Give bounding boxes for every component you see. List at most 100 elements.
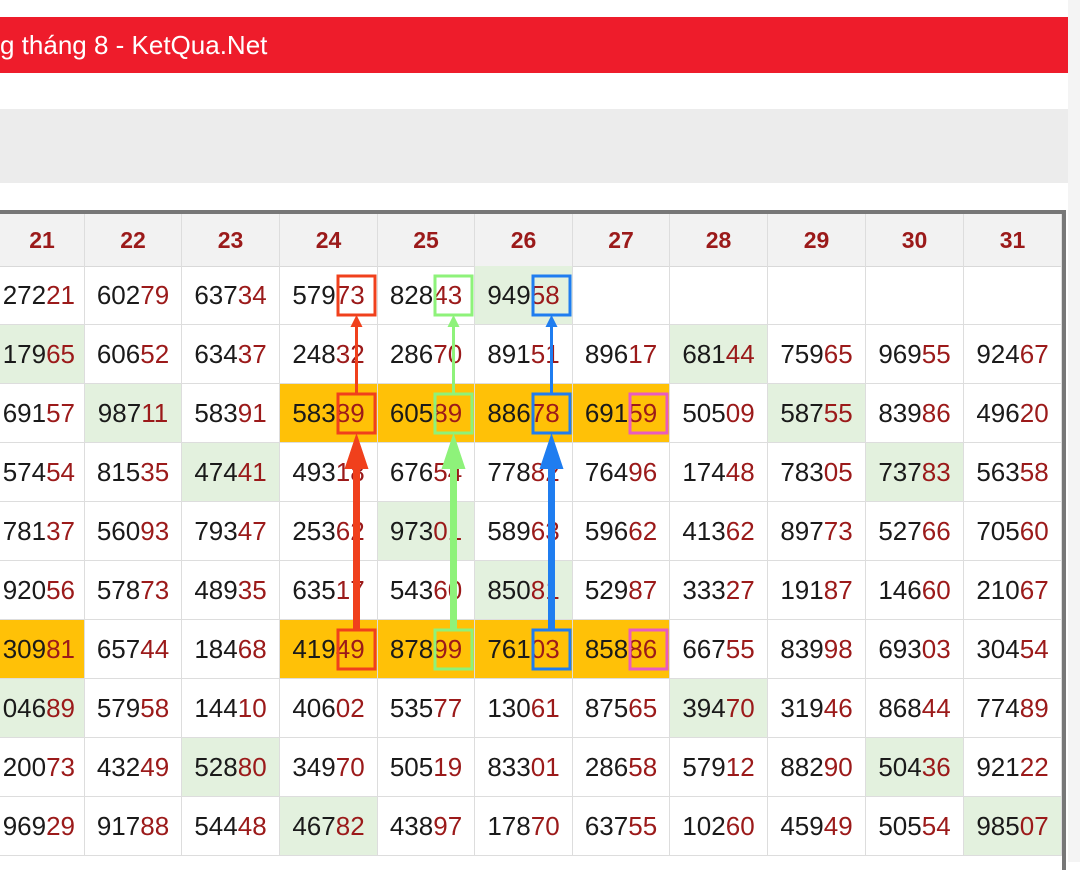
number-head: 833 [487, 752, 531, 782]
number-tail: 48 [237, 811, 267, 841]
number-tail: 10 [237, 693, 267, 723]
result-cell: 97301 [378, 502, 475, 561]
page-title-bar: g tháng 8 - KetQua.Net [0, 17, 1068, 73]
result-cell: 50554 [866, 797, 964, 856]
number-tail: 03 [530, 634, 560, 664]
number-tail: 02 [335, 693, 365, 723]
number-head: 102 [682, 811, 726, 841]
number-tail: 54 [921, 811, 951, 841]
number-head: 764 [584, 457, 629, 487]
number-head: 130 [487, 693, 531, 723]
result-cell: 57454 [0, 443, 85, 502]
number-head: 184 [194, 634, 238, 664]
result-cell: 13061 [475, 679, 573, 738]
result-cell: 59662 [573, 502, 670, 561]
number-head: 987 [97, 398, 142, 428]
result-cell: 83301 [475, 738, 573, 797]
number-head: 528 [194, 752, 238, 782]
number-tail: 63 [530, 516, 560, 546]
number-tail: 73 [335, 280, 365, 310]
number-tail: 83 [921, 457, 951, 487]
column-header-31: 31 [964, 214, 1062, 266]
number-tail: 89 [335, 398, 365, 428]
number-tail: 60 [725, 811, 755, 841]
number-head: 394 [682, 693, 726, 723]
number-tail: 49 [823, 811, 853, 841]
result-cell: 85886 [573, 620, 670, 679]
number-head: 046 [2, 693, 47, 723]
number-tail: 62 [725, 516, 755, 546]
number-tail: 73 [823, 516, 853, 546]
number-head: 781 [2, 516, 47, 546]
number-tail: 35 [237, 575, 267, 605]
result-cell: 63734 [182, 266, 280, 325]
number-head: 178 [487, 811, 531, 841]
number-head: 579 [96, 693, 141, 723]
number-tail: 17 [628, 339, 658, 369]
number-tail: 27 [725, 575, 755, 605]
result-cell: 65744 [85, 620, 182, 679]
number-tail: 62 [335, 516, 365, 546]
number-head: 858 [584, 634, 629, 664]
number-tail: 58 [530, 280, 560, 310]
number-head: 579 [682, 752, 726, 782]
number-head: 693 [878, 634, 922, 664]
number-head: 634 [194, 339, 238, 369]
number-head: 179 [2, 339, 47, 369]
number-head: 527 [878, 516, 922, 546]
number-head: 253 [292, 516, 336, 546]
number-tail: 01 [433, 516, 463, 546]
number-tail: 67 [1019, 339, 1049, 369]
number-head: 878 [389, 634, 434, 664]
number-head: 578 [96, 575, 141, 605]
number-tail: 49 [140, 752, 170, 782]
number-head: 705 [976, 516, 1020, 546]
number-head: 459 [780, 811, 824, 841]
result-cell: 87899 [378, 620, 475, 679]
result-cell: 88290 [768, 738, 866, 797]
column-header-21: 21 [0, 214, 85, 266]
number-head: 761 [487, 634, 531, 664]
result-cell: 57958 [85, 679, 182, 738]
number-head: 969 [878, 339, 922, 369]
result-cell: 20073 [0, 738, 85, 797]
result-cell: 58755 [768, 384, 866, 443]
number-tail: 70 [335, 752, 365, 782]
number-tail: 07 [1019, 811, 1049, 841]
result-cell: 78137 [0, 502, 85, 561]
number-head: 691 [2, 398, 47, 428]
number-tail: 81 [46, 634, 75, 664]
number-tail: 65 [628, 693, 658, 723]
result-cell: 92122 [964, 738, 1062, 797]
result-cell: 54360 [378, 561, 475, 620]
result-cell: 28658 [573, 738, 670, 797]
number-tail: 55 [823, 398, 853, 428]
result-cell: 94958 [475, 266, 573, 325]
number-head: 579 [292, 280, 336, 310]
result-cell: 25362 [280, 502, 378, 561]
column-header-22: 22 [85, 214, 182, 266]
number-head: 759 [780, 339, 824, 369]
result-cell: 28670 [378, 325, 475, 384]
number-tail: 58 [140, 693, 170, 723]
result-cell: 89617 [573, 325, 670, 384]
result-cell: 58389 [280, 384, 378, 443]
number-tail: 19 [433, 752, 463, 782]
result-cell: 92467 [964, 325, 1062, 384]
result-cell: 56358 [964, 443, 1062, 502]
number-tail: 77 [433, 693, 463, 723]
result-cell: 92056 [0, 561, 85, 620]
result-cell: 77489 [964, 679, 1062, 738]
number-head: 868 [878, 693, 922, 723]
number-head: 210 [976, 575, 1020, 605]
number-tail: 51 [530, 339, 560, 369]
result-cell: 41362 [670, 502, 768, 561]
number-head: 272 [2, 280, 47, 310]
result-cell: 91788 [85, 797, 182, 856]
number-head: 681 [682, 339, 726, 369]
result-cell: 50509 [670, 384, 768, 443]
result-cell: 56093 [85, 502, 182, 561]
number-head: 637 [584, 811, 629, 841]
result-cell: 96955 [866, 325, 964, 384]
number-head: 474 [194, 457, 238, 487]
